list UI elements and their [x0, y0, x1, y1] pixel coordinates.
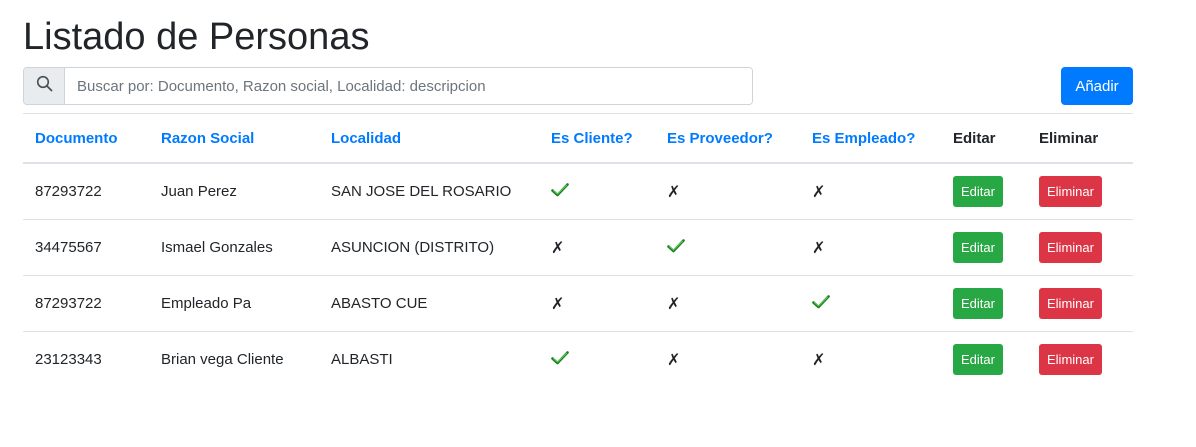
es-proveedor-cell: ✗: [655, 163, 800, 220]
delete-button[interactable]: Eliminar: [1039, 232, 1102, 263]
check-icon: [551, 350, 569, 369]
editar-cell: Editar: [941, 275, 1027, 332]
razon-social-cell: Brian vega Cliente: [161, 351, 284, 368]
es-cliente-cell: [539, 332, 655, 388]
header-eliminar: Eliminar: [1027, 113, 1133, 164]
documento-cell: 87293722: [23, 163, 149, 220]
razon-social-cell: Empleado Pa: [149, 275, 319, 332]
es-cliente-cell: ✗: [539, 219, 655, 276]
search-input[interactable]: [65, 68, 752, 104]
es-proveedor-cell: ✗: [655, 332, 800, 388]
eliminar-cell: Eliminar: [1027, 332, 1133, 388]
table-header-row: Documento Razon Social Localidad Es Clie…: [23, 113, 1133, 164]
page-title: Listado de Personas: [23, 16, 370, 58]
edit-button[interactable]: Editar: [953, 176, 1003, 207]
editar-cell: Editar: [941, 332, 1027, 388]
documento-cell: 87293722: [23, 275, 149, 332]
header-editar: Editar: [941, 113, 1027, 164]
delete-button[interactable]: Eliminar: [1039, 176, 1102, 207]
es-empleado-cell: ✗: [800, 332, 941, 388]
cross-icon: ✗: [667, 183, 681, 201]
search-icon: [36, 75, 53, 97]
header-es-cliente[interactable]: Es Cliente?: [539, 113, 655, 164]
header-documento[interactable]: Documento: [23, 113, 149, 164]
header-es-proveedor[interactable]: Es Proveedor?: [655, 113, 800, 164]
documento-cell: 23123343: [35, 351, 102, 368]
check-icon: [667, 238, 685, 257]
localidad-cell: SAN JOSE DEL ROSARIO: [319, 163, 539, 220]
editar-cell: Editar: [941, 163, 1027, 220]
cross-icon: ✗: [551, 295, 565, 313]
table-body: 87293722 Juan Perez SAN JOSE DEL ROSARIO ✗ ✗…: [23, 163, 1133, 387]
header-razon-social[interactable]: Razon Social: [149, 113, 319, 164]
es-cliente-cell: ✗: [539, 275, 655, 332]
check-icon: [551, 182, 569, 201]
es-proveedor-cell: [655, 219, 800, 276]
table-row: 34475567 Ismael Gonzales ASUNCION (DISTRIT…: [23, 219, 1133, 276]
edit-button[interactable]: Editar: [953, 344, 1003, 375]
header-localidad[interactable]: Localidad: [319, 113, 539, 164]
delete-button[interactable]: Eliminar: [1039, 288, 1102, 319]
localidad-cell: ALBASTI: [331, 351, 393, 368]
check-icon: [812, 294, 830, 313]
cross-icon: ✗: [812, 239, 826, 257]
localidad-cell: ABASTO CUE: [319, 275, 539, 332]
search-bar: [23, 67, 753, 105]
delete-button[interactable]: Eliminar: [1039, 344, 1102, 375]
editar-cell: Editar: [941, 219, 1027, 276]
eliminar-cell: Eliminar: [1027, 163, 1133, 220]
cross-icon: ✗: [812, 183, 826, 201]
personas-table: Documento Razon Social Localidad Es Clie…: [23, 113, 1133, 387]
cross-icon: ✗: [812, 351, 826, 369]
edit-button[interactable]: Editar: [953, 288, 1003, 319]
eliminar-cell: Eliminar: [1027, 219, 1133, 276]
edit-button[interactable]: Editar: [953, 232, 1003, 263]
es-empleado-cell: [800, 275, 941, 332]
razon-social-cell: Ismael Gonzales: [149, 219, 319, 276]
es-proveedor-cell: ✗: [655, 275, 800, 332]
es-cliente-cell: [539, 163, 655, 220]
razon-social-cell: Juan Perez: [149, 163, 319, 220]
table-row: 87293722 Empleado Pa ABASTO CUE ✗ ✗ Editar Eli…: [23, 275, 1133, 332]
es-empleado-cell: ✗: [800, 163, 941, 220]
documento-cell: 34475567: [23, 219, 149, 276]
cross-icon: ✗: [667, 351, 681, 369]
eliminar-cell: Eliminar: [1027, 275, 1133, 332]
add-button[interactable]: Añadir: [1061, 67, 1133, 105]
cross-icon: ✗: [667, 295, 681, 313]
table-row: 87293722 Juan Perez SAN JOSE DEL ROSARIO ✗ ✗…: [23, 163, 1133, 220]
es-empleado-cell: ✗: [800, 219, 941, 276]
localidad-cell: ASUNCION (DISTRITO): [319, 219, 539, 276]
search-addon: [24, 68, 65, 104]
table-row: 23123343 Brian vega Cliente ALBASTI ✗ ✗ Edita…: [23, 332, 1133, 388]
header-es-empleado[interactable]: Es Empleado?: [800, 113, 941, 164]
cross-icon: ✗: [551, 239, 565, 257]
